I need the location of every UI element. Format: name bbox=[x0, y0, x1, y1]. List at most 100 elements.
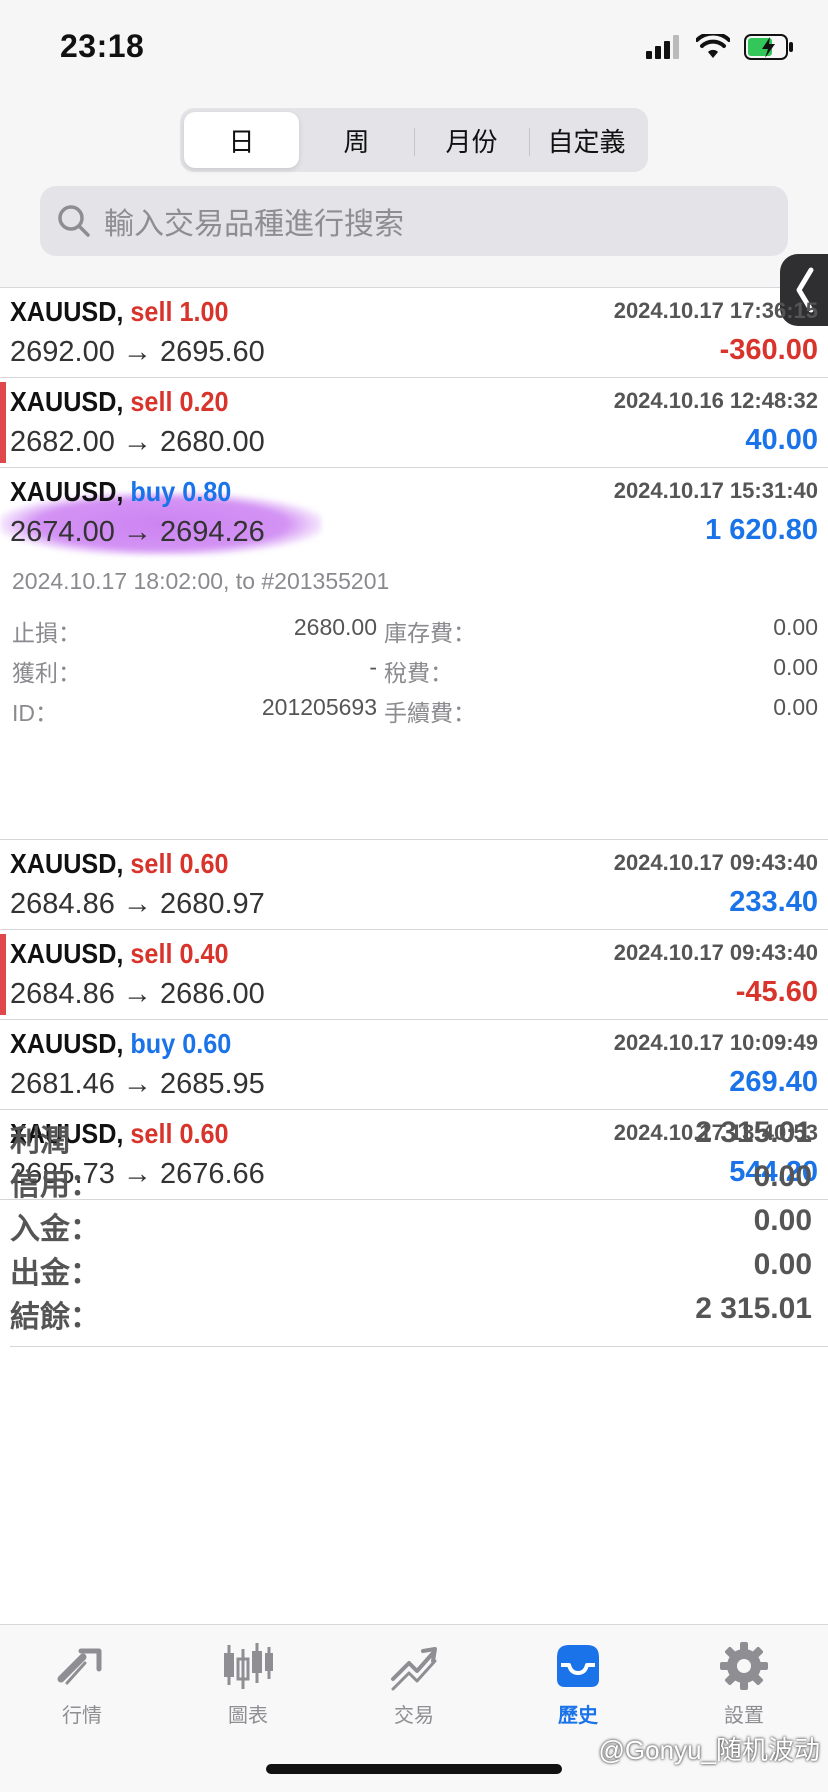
trade-prices: 2692.00 → 2695.60 bbox=[10, 336, 265, 368]
trade-volume: 0.80 bbox=[182, 476, 232, 507]
tab-quotes[interactable]: 行情 bbox=[22, 1639, 142, 1739]
trade-row[interactable]: XAUUSD, sell 0.60 2024.10.17 09:43:40 26… bbox=[0, 840, 828, 930]
trade-side: sell bbox=[130, 296, 173, 327]
trade-datetime: 2024.10.17 17:36:15 bbox=[613, 298, 818, 323]
quotes-icon bbox=[57, 1648, 102, 1685]
close-info: 2024.10.17 18:02:00, to #201355201 bbox=[12, 568, 390, 594]
divider bbox=[10, 1346, 828, 1347]
status-time: 23:18 bbox=[60, 28, 145, 64]
trade-profit: -360.00 bbox=[719, 334, 818, 366]
trade-profit: 1 620.80 bbox=[705, 514, 818, 546]
tab-history[interactable]: 歷史 bbox=[518, 1639, 638, 1739]
summary-value: 2 315.01 bbox=[695, 1116, 812, 1149]
detail-key: 稅費： bbox=[384, 660, 453, 686]
tab-label: 交易 bbox=[394, 1705, 434, 1727]
summary-key: 出金： bbox=[10, 1257, 100, 1290]
summary-row-balance: 結餘： 2 315.01 bbox=[10, 1292, 818, 1336]
detail-value: 201205693 bbox=[261, 694, 377, 720]
summary: 利潤 2 315.01 信用： 0.00 入金： 0.00 出金： 0.00 結… bbox=[0, 1106, 828, 1347]
tab-label: 行情 bbox=[62, 1705, 102, 1727]
trade-side: sell bbox=[130, 938, 173, 969]
trade-volume: 0.60 bbox=[182, 1028, 232, 1059]
home-indicator[interactable] bbox=[266, 1764, 562, 1774]
trade-datetime: 2024.10.16 12:48:32 bbox=[613, 388, 818, 413]
trade-datetime: 2024.10.17 09:43:40 bbox=[613, 940, 818, 965]
summary-value: 0.00 bbox=[753, 1248, 812, 1281]
trade-row[interactable]: XAUUSD, sell 1.00 2024.10.17 17:36:15 26… bbox=[0, 288, 828, 378]
period-tab-day[interactable]: 日 bbox=[184, 112, 299, 168]
detail-value: 2680.00 bbox=[293, 614, 377, 640]
summary-key: 結餘： bbox=[10, 1301, 100, 1334]
trade-symbol: XAUUSD, bbox=[10, 386, 124, 417]
trade-row-expanded[interactable]: XAUUSD, buy 0.80 2024.10.17 15:31:40 267… bbox=[0, 468, 828, 558]
trade-prices: 2684.86 → 2680.97 bbox=[10, 888, 265, 920]
period-tab-custom[interactable]: 自定義 bbox=[529, 112, 644, 168]
summary-key: 信用： bbox=[10, 1169, 100, 1202]
trade-symbol: XAUUSD, bbox=[10, 1028, 124, 1059]
settings-icon bbox=[720, 1642, 768, 1690]
detail-key: 獲利： bbox=[12, 660, 81, 686]
period-tab-month[interactable]: 月份 bbox=[414, 112, 529, 168]
detail-value: 0.00 bbox=[773, 694, 818, 720]
trade-profit: 269.40 bbox=[729, 1066, 818, 1098]
summary-row-profit: 利潤 2 315.01 bbox=[10, 1116, 818, 1160]
summary-key: 入金： bbox=[10, 1213, 100, 1246]
watermark: @Gonyu_随机波动 bbox=[598, 1735, 820, 1765]
trade-symbol: XAUUSD, bbox=[10, 476, 124, 507]
summary-value: 0.00 bbox=[753, 1160, 812, 1193]
trade-datetime: 2024.10.17 09:43:40 bbox=[613, 850, 818, 875]
tab-charts[interactable]: 圖表 bbox=[188, 1639, 308, 1739]
trade-volume: 1.00 bbox=[179, 296, 229, 327]
trade-prices: 2681.46 → 2685.95 bbox=[10, 1068, 265, 1100]
trade-side: sell bbox=[130, 848, 173, 879]
period-segmented-control: 日 周 月份 自定義 bbox=[180, 108, 648, 172]
trade-profit: 233.40 bbox=[729, 886, 818, 918]
detail-key: 手續費： bbox=[384, 700, 476, 726]
trade-row[interactable]: XAUUSD, buy 0.60 2024.10.17 10:09:49 268… bbox=[0, 1020, 828, 1110]
status-icons bbox=[646, 34, 794, 60]
tab-settings[interactable]: 設置 bbox=[684, 1639, 804, 1739]
detail-key: ID： bbox=[12, 700, 58, 726]
detail-row: 獲利： - 稅費： 0.00 bbox=[12, 654, 818, 694]
trade-volume: 0.40 bbox=[179, 938, 229, 969]
summary-value: 2 315.01 bbox=[695, 1292, 812, 1325]
detail-row: 止損： 2680.00 庫存費： 0.00 bbox=[12, 614, 818, 654]
chart-icon bbox=[224, 1643, 273, 1689]
trade-symbol: XAUUSD, bbox=[10, 848, 124, 879]
trade-row[interactable]: XAUUSD, sell 0.20 2024.10.16 12:48:32 26… bbox=[0, 378, 828, 468]
tab-label: 圖表 bbox=[228, 1705, 268, 1727]
trade-symbol: XAUUSD, bbox=[10, 938, 124, 969]
search-field[interactable]: 輸入交易品種進行搜索 bbox=[40, 186, 788, 256]
detail-key: 止損： bbox=[12, 620, 81, 646]
trade-prices: 2682.00 → 2680.00 bbox=[10, 426, 265, 458]
search-placeholder: 輸入交易品種進行搜索 bbox=[104, 208, 404, 241]
trade-side: buy bbox=[130, 1028, 176, 1059]
status-bar: 23:18 bbox=[0, 0, 828, 100]
signal-icon bbox=[646, 35, 679, 59]
trade-symbol: XAUUSD, bbox=[10, 296, 124, 327]
trade-detail: 2024.10.17 18:02:00, to #201355201 止損： 2… bbox=[0, 558, 828, 840]
detail-value: 0.00 bbox=[773, 654, 818, 680]
trade-list: XAUUSD, sell 1.00 2024.10.17 17:36:15 26… bbox=[0, 288, 828, 1200]
tab-label: 設置 bbox=[724, 1705, 764, 1727]
trade-row[interactable]: XAUUSD, sell 0.40 2024.10.17 09:43:40 26… bbox=[0, 930, 828, 1020]
summary-row-credit: 信用： 0.00 bbox=[10, 1160, 818, 1204]
tab-trade[interactable]: 交易 bbox=[354, 1639, 474, 1739]
trade-side: sell bbox=[130, 386, 173, 417]
summary-value: 0.00 bbox=[753, 1204, 812, 1237]
detail-value: - bbox=[369, 654, 377, 680]
detail-value: 0.00 bbox=[773, 614, 818, 640]
header: 日 周 月份 自定義 輸入交易品種進行搜索 bbox=[0, 100, 828, 326]
trade-volume: 0.20 bbox=[179, 386, 229, 417]
battery-charging-icon bbox=[744, 34, 793, 60]
trade-prices: 2684.86 → 2686.00 bbox=[10, 978, 265, 1010]
history-icon bbox=[557, 1645, 599, 1687]
trade-icon bbox=[391, 1647, 437, 1691]
summary-row-deposit: 入金： 0.00 bbox=[10, 1204, 818, 1248]
search-icon bbox=[58, 205, 90, 237]
trade-datetime: 2024.10.17 10:09:49 bbox=[613, 1030, 818, 1055]
summary-row-withdrawal: 出金： 0.00 bbox=[10, 1248, 818, 1292]
trade-volume: 0.60 bbox=[179, 848, 229, 879]
period-tab-week[interactable]: 周 bbox=[299, 112, 414, 168]
trade-datetime: 2024.10.17 15:31:40 bbox=[613, 478, 818, 503]
